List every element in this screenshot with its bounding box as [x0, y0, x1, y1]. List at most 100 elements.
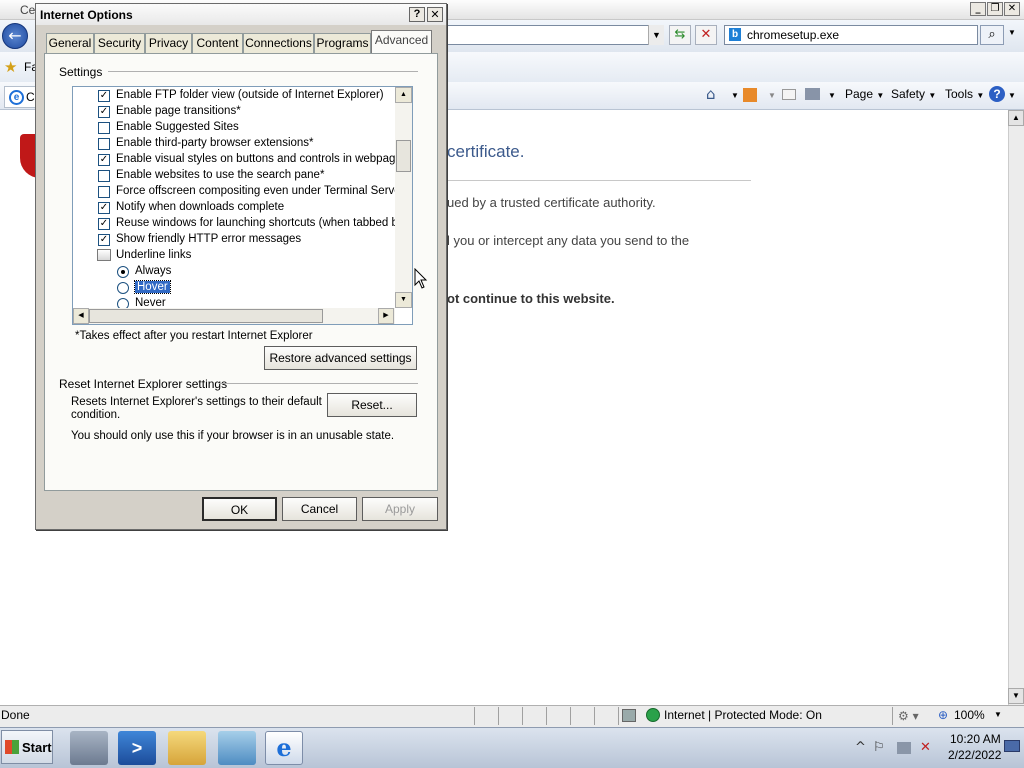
feeds-dropdown-icon[interactable]: ▼	[768, 91, 776, 100]
start-label: Start	[22, 740, 52, 755]
checkbox-checked[interactable]: ✓	[98, 234, 110, 246]
tools-menu[interactable]: Tools ▼	[945, 87, 984, 101]
network-icon[interactable]	[897, 742, 911, 754]
address-input[interactable]	[440, 25, 664, 45]
clock-date[interactable]: 2/22/2022	[948, 748, 1001, 762]
radio-unselected[interactable]	[117, 282, 129, 294]
internet-explorer-icon[interactable]: e	[265, 731, 303, 765]
settings-scroll-left[interactable]: ◀	[73, 308, 89, 324]
setting-radio-row[interactable]: Hover	[73, 280, 403, 296]
search-button[interactable]: ⌕	[980, 25, 1004, 45]
refresh-icon[interactable]: ⇆	[669, 25, 691, 45]
advanced-settings-list[interactable]: ✓ Enable FTP folder view (outside of Inte…	[72, 86, 413, 325]
setting-checkbox-row[interactable]: ✓ Enable FTP folder view (outside of Inte…	[73, 88, 403, 104]
restore-advanced-settings-button[interactable]: Restore advanced settings	[264, 346, 417, 370]
setting-label: Enable websites to use the search pane*	[116, 169, 325, 181]
close-window-button[interactable]: ✕	[1004, 2, 1020, 16]
tray-expand-icon[interactable]: ^	[855, 740, 866, 755]
status-separator	[892, 707, 893, 725]
print-icon[interactable]	[805, 88, 820, 100]
setting-checkbox-row[interactable]: Enable websites to use the search pane*	[73, 168, 403, 184]
setting-radio-row[interactable]: Always	[73, 264, 403, 280]
home-dropdown-icon[interactable]: ▼	[731, 91, 739, 100]
setting-checkbox-row[interactable]: ✓ Enable visual styles on buttons and con…	[73, 152, 408, 168]
page-scroll-up[interactable]: ▲	[1008, 110, 1024, 126]
checkbox-unchecked[interactable]	[98, 186, 110, 198]
checkbox-unchecked[interactable]	[98, 122, 110, 134]
feeds-icon[interactable]	[743, 88, 757, 102]
apply-button[interactable]: Apply	[362, 497, 438, 521]
explorer-folder-icon[interactable]	[168, 731, 206, 765]
favorites-star-icon[interactable]: ★	[4, 58, 17, 76]
settings-hscroll-thumb[interactable]	[89, 309, 323, 323]
protected-mode-icon[interactable]: ⚙ ▾	[898, 709, 919, 723]
powershell-icon[interactable]: >	[118, 731, 156, 765]
checkbox-unchecked[interactable]	[98, 170, 110, 182]
dialog-title-bar[interactable]: Internet Options	[36, 4, 446, 25]
status-separator	[498, 707, 499, 725]
zoom-level[interactable]: 100%	[954, 708, 985, 722]
tab-privacy[interactable]: Privacy	[145, 33, 192, 53]
tab-connections[interactable]: Connections	[243, 33, 314, 53]
status-separator	[618, 707, 619, 725]
tab-advanced[interactable]: Advanced	[371, 30, 432, 54]
minimize-button[interactable]: _	[970, 2, 986, 16]
setting-checkbox-row[interactable]: ✓ Show friendly HTTP error messages	[73, 232, 403, 248]
setting-checkbox-row[interactable]: Enable Suggested Sites	[73, 120, 403, 136]
checkbox-checked[interactable]: ✓	[98, 90, 110, 102]
settings-scroll-down[interactable]: ▼	[395, 292, 412, 308]
checkbox-unchecked[interactable]	[98, 138, 110, 150]
settings-scroll-up[interactable]: ▲	[395, 87, 412, 103]
restore-button[interactable]: ❐	[987, 2, 1003, 16]
settings-vertical-scrollbar[interactable]	[395, 87, 412, 308]
cancel-button[interactable]: Cancel	[282, 497, 357, 521]
settings-scroll-right[interactable]: ▶	[378, 308, 394, 324]
volume-muted-icon[interactable]: ✕	[920, 740, 931, 755]
home-icon[interactable]: ⌂	[706, 85, 716, 103]
checkbox-checked[interactable]: ✓	[98, 154, 110, 166]
setting-checkbox-row[interactable]: ✓ Reuse windows for launching shortcuts (…	[73, 216, 408, 232]
search-input[interactable]: chromesetup.exe	[724, 25, 978, 45]
page-scroll-down[interactable]: ▼	[1008, 688, 1024, 704]
dialog-close-button[interactable]: ✕	[427, 7, 443, 22]
tab-programs[interactable]: Programs	[314, 33, 371, 53]
start-button[interactable]: Start	[1, 730, 53, 764]
setting-checkbox-row[interactable]: Force offscreen compositing even under T…	[73, 184, 409, 200]
security-report-icon[interactable]	[622, 709, 636, 722]
stop-icon[interactable]: ✕	[695, 25, 717, 45]
show-desktop-icon[interactable]	[1004, 740, 1020, 752]
setting-checkbox-row[interactable]: ✓ Enable page transitions*	[73, 104, 403, 120]
zoom-dropdown-icon[interactable]: ▼	[994, 710, 1002, 719]
tools-menu-label: Tools	[945, 87, 974, 101]
checkbox-checked[interactable]: ✓	[98, 202, 110, 214]
bing-logo-icon: b	[729, 28, 741, 41]
safety-menu[interactable]: Safety ▼	[891, 87, 936, 101]
checkbox-checked[interactable]: ✓	[98, 218, 110, 230]
print-dropdown-icon[interactable]: ▼	[828, 91, 836, 100]
settings-scroll-thumb[interactable]	[396, 140, 411, 172]
server-manager-icon[interactable]	[70, 731, 108, 765]
page-menu[interactable]: Page ▼	[845, 87, 884, 101]
mail-icon[interactable]	[782, 89, 796, 100]
setting-checkbox-row[interactable]: Enable third-party browser extensions*	[73, 136, 403, 152]
page-scrollbar[interactable]	[1008, 110, 1024, 705]
tab-security[interactable]: Security	[94, 33, 145, 53]
action-center-flag-icon[interactable]: ⚐	[873, 740, 885, 755]
address-dropdown[interactable]: ▼	[648, 25, 664, 45]
tab-content[interactable]: Content	[192, 33, 243, 53]
clock-time[interactable]: 10:20 AM	[950, 732, 1001, 746]
help-icon[interactable]: ?	[989, 86, 1005, 102]
search-options-icon[interactable]: ▼	[1008, 28, 1016, 37]
ie-window-title: Ce	[20, 3, 36, 17]
tab-general[interactable]: General	[46, 33, 94, 53]
back-button[interactable]: ←	[2, 23, 28, 49]
setting-checkbox-row[interactable]: ✓ Notify when downloads complete	[73, 200, 403, 216]
reset-button[interactable]: Reset...	[327, 393, 417, 417]
control-panel-icon[interactable]	[218, 731, 256, 765]
dialog-help-button[interactable]: ?	[409, 7, 425, 22]
checkbox-checked[interactable]: ✓	[98, 106, 110, 118]
radio-selected[interactable]	[117, 266, 129, 278]
help-dropdown-icon[interactable]: ▼	[1008, 91, 1016, 100]
zone-text[interactable]: Internet | Protected Mode: On	[664, 708, 822, 722]
ok-button[interactable]: OK	[202, 497, 277, 521]
